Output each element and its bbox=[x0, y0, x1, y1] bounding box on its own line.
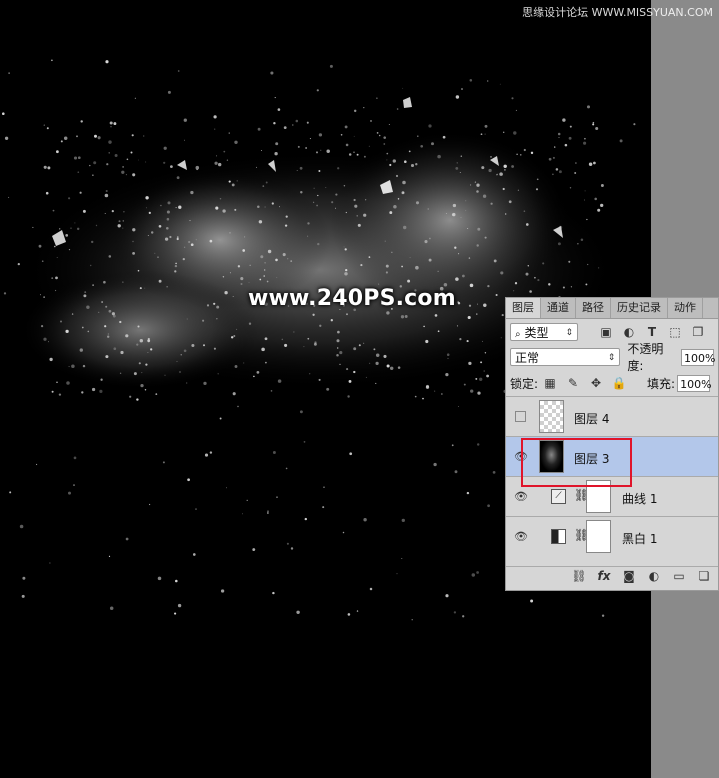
blend-mode-select[interactable]: 正常 ⇕ bbox=[510, 348, 621, 366]
lock-image-icon[interactable]: ✎ bbox=[565, 375, 581, 391]
link-layers-icon[interactable]: ⛓ bbox=[571, 568, 587, 584]
fill-input[interactable]: 100% bbox=[677, 374, 712, 392]
chevron-updown-icon: ⇕ bbox=[565, 328, 573, 338]
smart-object-filter-icon[interactable]: ❐ bbox=[690, 324, 706, 340]
new-layer-icon[interactable]: ❏ bbox=[696, 568, 712, 584]
new-group-icon[interactable]: ▭ bbox=[671, 568, 687, 584]
fill-label: 填充: bbox=[647, 376, 676, 391]
adjustment-filter-icon[interactable]: ◐ bbox=[621, 324, 637, 340]
tab-actions[interactable]: 动作 bbox=[668, 298, 703, 318]
filter-type-select[interactable]: ⌕ 类型 ⇕ bbox=[510, 323, 578, 341]
chevron-updown-icon: ⇕ bbox=[607, 353, 616, 363]
type-filter-icon[interactable]: T bbox=[644, 324, 660, 340]
tab-layers[interactable]: 图层 bbox=[506, 298, 541, 318]
panel-tabs: 图层 通道 路径 历史记录 动作 bbox=[506, 298, 718, 319]
opacity-input[interactable]: 100% bbox=[681, 348, 715, 366]
layer-name[interactable]: 图层 4 bbox=[574, 410, 609, 427]
layer-row[interactable]: 👁 ⛓ 黑白 1 bbox=[506, 516, 718, 556]
layer-mask-thumbnail[interactable] bbox=[586, 520, 611, 553]
eye-icon[interactable]: 👁 bbox=[514, 530, 528, 543]
search-icon: ⌕ bbox=[515, 329, 521, 340]
highlight-box bbox=[521, 438, 632, 487]
shape-filter-icon[interactable]: ⬚ bbox=[667, 324, 683, 340]
center-watermark: www.240PS.com bbox=[248, 286, 456, 311]
adjustment-layer-icon[interactable]: ◐ bbox=[646, 568, 662, 584]
tab-channels[interactable]: 通道 bbox=[541, 298, 576, 318]
curves-adjustment-icon: ⟋ bbox=[551, 489, 566, 504]
filter-type-label: 类型 bbox=[524, 326, 549, 340]
fx-icon[interactable]: fx bbox=[596, 568, 612, 584]
add-mask-icon[interactable]: ◙ bbox=[621, 568, 637, 584]
layer-name[interactable]: 曲线 1 bbox=[622, 490, 657, 507]
layer-name[interactable]: 黑白 1 bbox=[622, 530, 657, 547]
tab-history[interactable]: 历史记录 bbox=[611, 298, 668, 318]
opacity-label: 不透明度: bbox=[627, 342, 664, 373]
top-watermark: 思缘设计论坛 WWW.MISSYUAN.COM bbox=[522, 6, 713, 19]
pixel-filter-icon[interactable]: ▣ bbox=[598, 324, 614, 340]
lock-position-icon[interactable]: ✥ bbox=[588, 375, 604, 391]
blend-mode-value: 正常 bbox=[515, 351, 540, 365]
eye-icon[interactable]: 👁 bbox=[514, 490, 528, 503]
lock-label: 锁定: bbox=[510, 376, 539, 391]
lock-all-icon[interactable]: 🔒 bbox=[611, 375, 627, 391]
layer-thumbnail bbox=[539, 400, 564, 433]
panel-bottom-bar: ⛓ fx ◙ ◐ ▭ ❏ bbox=[506, 566, 718, 584]
tab-paths[interactable]: 路径 bbox=[576, 298, 611, 318]
layer-row[interactable]: 图层 4 bbox=[506, 396, 718, 436]
visibility-toggle[interactable] bbox=[515, 411, 526, 422]
lock-transparent-icon[interactable]: ▦ bbox=[542, 375, 558, 391]
black-white-adjustment-icon bbox=[551, 529, 566, 544]
